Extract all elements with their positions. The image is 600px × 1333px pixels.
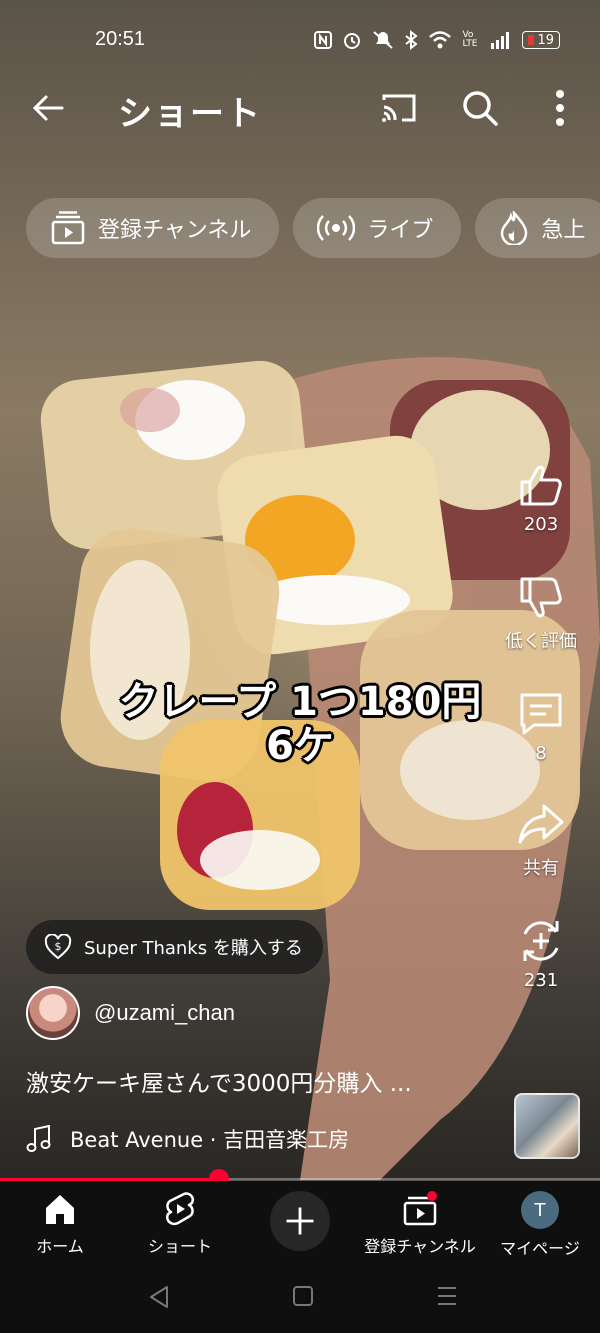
music-row[interactable]: Beat Avenue · 吉田音楽工房	[26, 1124, 349, 1154]
chip-label: 登録チャンネル	[98, 218, 252, 243]
chip-trending[interactable]: 急上	[475, 198, 600, 258]
super-thanks-label: Super Thanks を購入する	[84, 938, 303, 959]
chip-live[interactable]: ライブ	[293, 198, 462, 258]
dislike-label: 低く評価	[505, 631, 577, 652]
like-count: 203	[523, 514, 559, 535]
nav-shorts-label: ショート	[147, 1237, 212, 1256]
notification-dot	[427, 1191, 437, 1201]
comment-icon	[520, 693, 562, 735]
home-icon	[46, 1195, 74, 1224]
battery-level: 19	[537, 32, 554, 48]
nav-subscriptions[interactable]: 登録チャンネル	[355, 1191, 485, 1257]
system-navigation-bar	[0, 1263, 600, 1333]
svg-text:$: $	[55, 940, 62, 953]
video-caption-overlay: クレープ 1つ180円 6ケ	[110, 680, 490, 768]
nav-you-label: マイページ	[500, 1239, 580, 1258]
page-title: ショート	[118, 94, 262, 134]
like-button[interactable]: 203	[496, 460, 586, 535]
back-arrow-icon[interactable]	[30, 90, 66, 126]
nav-home-label: ホーム	[36, 1237, 84, 1256]
bottom-navigation: ホーム ショート 登録チャンネル T マイページ	[0, 1181, 600, 1263]
cast-icon[interactable]	[380, 90, 418, 126]
system-back-icon[interactable]	[148, 1285, 170, 1309]
plus-icon	[286, 1207, 314, 1235]
status-time: 20:51	[95, 28, 146, 50]
feed-chips: 登録チャンネル ライブ 急上	[26, 198, 600, 260]
nav-you[interactable]: T マイページ	[475, 1191, 600, 1259]
status-bar: 20:51 Vo LTE 19	[0, 0, 600, 80]
share-icon	[518, 804, 564, 844]
status-icons: Vo LTE 19	[314, 30, 560, 50]
music-note-icon	[26, 1125, 51, 1152]
thumbs-down-icon	[520, 577, 562, 618]
trending-icon	[501, 211, 528, 245]
super-thanks-icon: $	[44, 934, 72, 960]
signal-icon	[491, 32, 510, 49]
comment-count: 8	[535, 743, 547, 764]
channel-avatar[interactable]	[26, 986, 80, 1040]
share-button[interactable]: 共有	[496, 800, 586, 880]
caption-line-1: クレープ 1つ180円	[118, 679, 482, 725]
sound-thumbnail[interactable]	[514, 1093, 580, 1159]
system-home-icon[interactable]	[292, 1285, 314, 1307]
shorts-icon	[166, 1192, 194, 1226]
mute-icon	[373, 31, 394, 49]
music-label: Beat Avenue · 吉田音楽工房	[70, 1128, 350, 1152]
search-icon[interactable]	[460, 88, 500, 128]
more-vert-icon[interactable]	[548, 86, 572, 130]
user-avatar: T	[521, 1191, 559, 1229]
nav-home[interactable]: ホーム	[0, 1191, 125, 1257]
thumbs-up-icon	[520, 465, 562, 506]
alarm-icon	[344, 33, 361, 49]
channel-row[interactable]: @uzami_chan	[26, 986, 235, 1040]
nfc-icon	[314, 31, 333, 49]
create-button[interactable]	[270, 1191, 330, 1251]
channel-handle[interactable]: @uzami_chan	[94, 1000, 235, 1026]
remix-count: 231	[523, 970, 559, 991]
chip-label: 急上	[541, 218, 586, 243]
system-menu-icon[interactable]	[436, 1285, 458, 1307]
live-icon	[317, 215, 356, 241]
subscriptions-icon	[51, 211, 85, 245]
remix-button[interactable]: 231	[496, 916, 586, 991]
nav-shorts[interactable]: ショート	[115, 1191, 245, 1257]
action-rail: 203 低く評価 8 共有 231	[496, 460, 586, 991]
volte-icon: Vo LTE	[462, 30, 478, 49]
caption-line-2: 6ケ	[266, 723, 334, 769]
video-description[interactable]: 激安ケーキ屋さんで3000円分購入 ...	[26, 1064, 486, 1098]
dislike-button[interactable]: 低く評価	[496, 573, 586, 653]
chip-label: ライブ	[367, 218, 434, 243]
comment-button[interactable]: 8	[496, 689, 586, 764]
chip-subscriptions[interactable]: 登録チャンネル	[26, 198, 280, 258]
super-thanks-button[interactable]: $ Super Thanks を購入する	[26, 920, 323, 974]
top-bar: ショート	[0, 80, 600, 136]
wifi-icon	[429, 31, 452, 49]
remix-icon	[523, 921, 559, 961]
share-label: 共有	[523, 858, 559, 879]
nav-subscriptions-label: 登録チャンネル	[364, 1237, 476, 1256]
battery-icon: 19	[522, 31, 560, 49]
bluetooth-icon	[405, 30, 419, 50]
